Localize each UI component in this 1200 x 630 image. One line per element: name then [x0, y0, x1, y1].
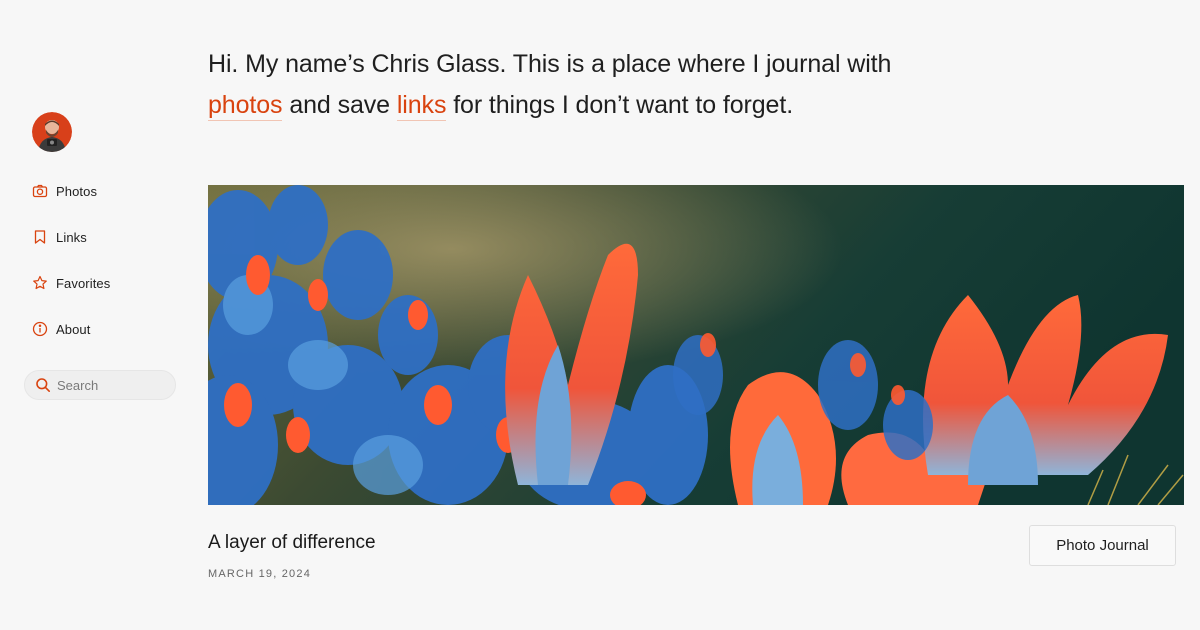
flower-photo — [208, 185, 1184, 505]
intro-text: Hi. My name’s Chris Glass. This is a pla… — [208, 44, 968, 126]
post-hero-image[interactable] — [208, 185, 1184, 505]
post-title[interactable]: A layer of difference — [208, 532, 376, 554]
sidebar-item-label: Links — [56, 229, 87, 245]
links-link[interactable]: links — [396, 91, 446, 121]
star-icon — [32, 275, 48, 291]
sidebar-item-label: Photos — [56, 183, 98, 199]
avatar[interactable] — [32, 112, 72, 152]
info-icon — [32, 321, 48, 337]
sidebar-item-photos[interactable]: Photos — [32, 176, 110, 206]
page: Photos Links Favorites About Search Hi. … — [0, 0, 1200, 630]
avatar-image — [32, 112, 72, 152]
sidebar-item-favorites[interactable]: Favorites — [32, 268, 110, 298]
sidebar: Photos Links Favorites About Search — [0, 0, 200, 630]
sidebar-item-label: About — [56, 321, 91, 337]
intro-part: for things I don’t want to forget. — [446, 91, 794, 119]
search-box — [24, 370, 176, 400]
search-input[interactable] — [57, 377, 167, 393]
sidebar-item-links[interactable]: Links — [32, 222, 110, 252]
sidebar-nav: Photos Links Favorites About — [32, 176, 110, 360]
sidebar-item-label: Favorites — [56, 275, 111, 291]
sidebar-item-about[interactable]: About — [32, 314, 110, 344]
intro-part: and save — [282, 91, 397, 119]
category-button[interactable]: Photo Journal — [1029, 525, 1176, 566]
bookmark-icon — [32, 229, 48, 245]
photos-link[interactable]: photos — [208, 91, 283, 121]
search-icon — [35, 377, 51, 393]
camera-icon — [32, 183, 48, 199]
post-date: MARCH 19, 2024 — [208, 568, 312, 580]
intro-part: Hi. My name’s Chris Glass. This is a pla… — [208, 50, 892, 78]
